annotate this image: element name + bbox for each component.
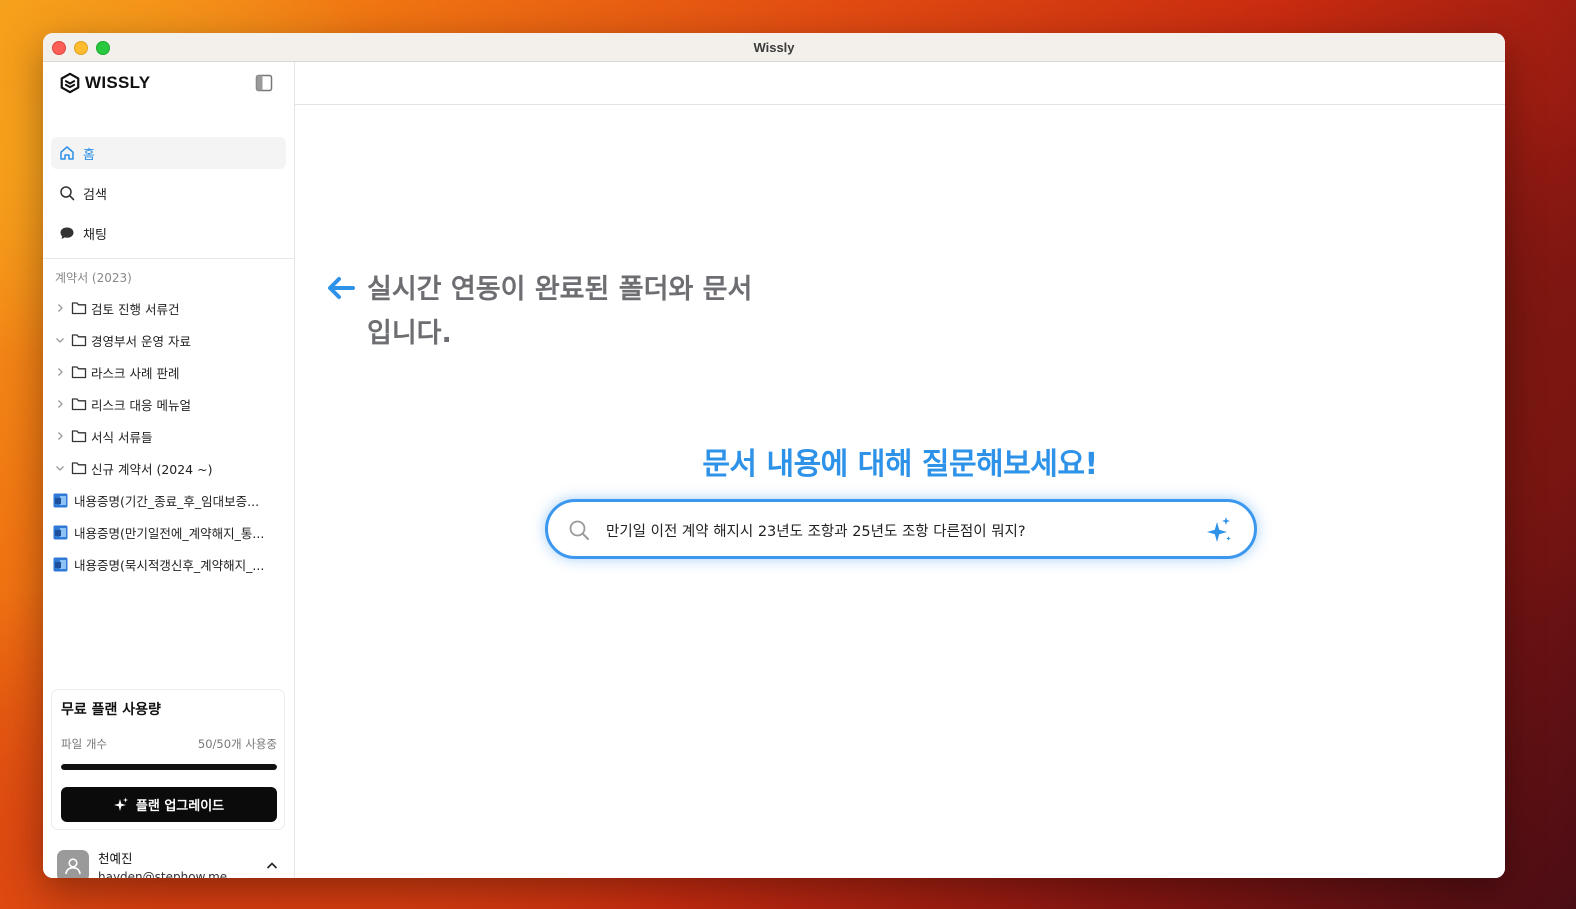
wissly-logo-icon [60, 72, 80, 94]
folder-hint: 실시간 연동이 완료된 폴더와 문서입니다. [325, 268, 777, 356]
ask-headline: 문서 내용에 대해 질문해보세요! [702, 447, 1098, 482]
arrow-left-icon [328, 277, 355, 299]
maximize-window-button[interactable] [96, 41, 110, 55]
folder-row[interactable]: 라스크 사례 판례 [53, 358, 285, 386]
chevron-right-icon[interactable] [53, 397, 67, 411]
sidebar: WISSLY 홈 검색 채팅 계약서 (2023) 검토 진행 서류건 경영부서… [43, 62, 295, 878]
file-label: 내용증명(묵시적갱신후_계약해지_... [74, 557, 265, 573]
word-document-icon [53, 525, 68, 539]
user-info: 천예진 hayden@stephow.me [98, 848, 227, 878]
home-icon [60, 146, 74, 160]
word-document-icon [53, 557, 68, 571]
sidebar-panel-icon [255, 74, 273, 92]
chat-bubble-icon [60, 227, 74, 239]
chevron-right-icon[interactable] [53, 365, 67, 379]
plan-usage-progress-fill [61, 764, 277, 770]
app-window: Wissly WISSLY 홈 검색 채팅 계약서 (2023) 검토 진행 서… [43, 33, 1505, 878]
sidebar-item-search[interactable]: 검색 [51, 177, 286, 209]
plan-metric-label: 파일 개수 [61, 737, 107, 751]
sidebar-item-label: 검색 [83, 187, 107, 203]
folder-row[interactable]: 경영부서 운영 자료 [53, 326, 285, 354]
minimize-window-button[interactable] [74, 41, 88, 55]
main-content: 실시간 연동이 완료된 폴더와 문서입니다. 문서 내용에 대해 질문해보세요! [295, 62, 1505, 878]
plan-metric-value: 50/50개 사용중 [197, 737, 277, 751]
brand-logo[interactable]: WISSLY [59, 72, 150, 94]
plan-title: 무료 플랜 사용량 [61, 702, 161, 718]
plan-usage-meta: 파일 개수 50/50개 사용중 [61, 736, 277, 752]
sidebar-item-home[interactable]: 홈 [51, 137, 286, 169]
folder-label: 신규 계약서 (2024 ~) [91, 461, 213, 477]
folder-row[interactable]: 검토 진행 서류건 [53, 294, 285, 322]
folder-hint-text: 실시간 연동이 완료된 폴더와 문서입니다. [367, 274, 753, 349]
sidebar-toggle-button[interactable] [255, 74, 273, 92]
nav-divider [43, 258, 294, 259]
folder-label: 검토 진행 서류건 [91, 301, 180, 317]
plan-usage-progress-bar [61, 764, 277, 770]
sidebar-item-chat[interactable]: 채팅 [51, 217, 286, 249]
question-search-box[interactable] [545, 499, 1257, 559]
file-row[interactable]: 내용증명(묵시적갱신후_계약해지_... [53, 550, 285, 578]
sidebar-item-label: 채팅 [83, 227, 107, 243]
word-document-icon [53, 493, 68, 507]
folder-icon [71, 462, 87, 475]
folder-row[interactable]: 신규 계약서 (2024 ~) [53, 454, 285, 482]
folder-row[interactable]: 리스크 대응 메뉴얼 [53, 390, 285, 418]
sparkle-icon [113, 797, 128, 811]
folder-label: 경영부서 운영 자료 [91, 333, 191, 349]
user-email: hayden@stephow.me [98, 870, 228, 878]
question-input[interactable] [604, 516, 1188, 544]
chevron-right-icon[interactable] [53, 429, 67, 443]
folder-label: 서식 서류들 [91, 429, 153, 445]
main-top-bar [295, 62, 1505, 105]
file-label: 내용증명(만기일전에_계약해지_통... [74, 525, 265, 541]
title-bar: Wissly [43, 33, 1505, 62]
folder-label: 리스크 대응 메뉴얼 [91, 397, 191, 413]
user-profile[interactable]: 천예진 hayden@stephow.me [57, 846, 281, 878]
folder-icon [71, 302, 87, 315]
chevron-up-icon[interactable] [265, 858, 279, 877]
upgrade-plan-button[interactable]: 플랜 업그레이드 [61, 787, 277, 822]
chevron-down-icon[interactable] [53, 333, 67, 347]
chevron-right-icon[interactable] [53, 301, 67, 315]
user-name: 천예진 [98, 851, 133, 866]
folder-icon [71, 398, 87, 411]
sidebar-item-label: 홈 [83, 147, 95, 163]
folder-icon [71, 430, 87, 443]
folder-icon [71, 366, 87, 379]
window-title: Wissly [753, 39, 795, 55]
brand-name: WISSLY [85, 73, 151, 92]
file-label: 내용증명(기간_종료_후_임대보증... [74, 493, 260, 509]
upgrade-plan-label: 플랜 업그레이드 [135, 799, 225, 814]
user-icon [65, 858, 81, 875]
avatar [57, 850, 89, 878]
folder-section-label: 계약서 (2023) [55, 271, 132, 285]
file-row[interactable]: 내용증명(만기일전에_계약해지_통... [53, 518, 285, 546]
sparkle-icon [1207, 517, 1231, 542]
search-icon [569, 520, 589, 540]
ai-submit-button[interactable] [1206, 516, 1232, 548]
folder-label: 라스크 사례 판례 [91, 365, 180, 381]
window-controls [52, 41, 110, 55]
chevron-down-icon[interactable] [53, 461, 67, 475]
search-icon [60, 186, 75, 201]
folder-row[interactable]: 서식 서류들 [53, 422, 285, 450]
file-row[interactable]: 내용증명(기간_종료_후_임대보증... [53, 486, 285, 514]
close-window-button[interactable] [52, 41, 66, 55]
plan-usage-card: 무료 플랜 사용량 파일 개수 50/50개 사용중 플랜 업그레이드 [51, 689, 285, 830]
folder-icon [71, 334, 87, 347]
